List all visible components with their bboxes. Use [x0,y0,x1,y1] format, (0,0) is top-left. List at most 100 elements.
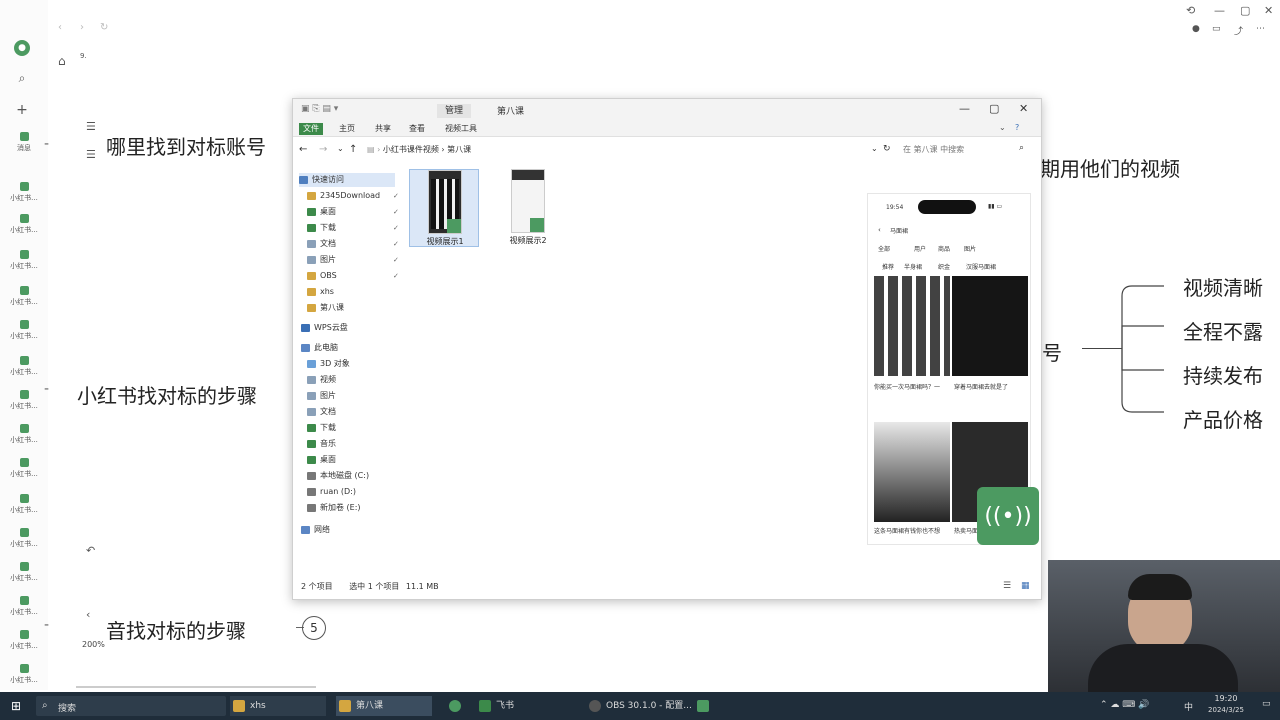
explorer-titlebar[interactable]: ▣ ⎘ ▤ ▾ 管理 第八课 — ▢ ✕ [293,99,1041,121]
taskbar-item-obs[interactable]: OBS 30.1.0 - 配置... [586,696,692,716]
node-steps-bottom[interactable]: 音找对标的步骤 [106,615,246,644]
branch-product-price[interactable]: 产品价格 [1183,404,1263,433]
details-view-icon[interactable]: ☰ [1003,581,1011,591]
clock-date[interactable]: 2024/3/25 [1198,706,1254,714]
minimize-icon[interactable]: — [959,102,970,115]
sidebar-item[interactable]: 小红书... [4,664,44,685]
close-icon[interactable]: ✕ [1019,102,1028,115]
search-icon[interactable]: ⌕ [14,70,30,86]
file-explorer-window[interactable]: ▣ ⎘ ▤ ▾ 管理 第八课 — ▢ ✕ 文件 主页 共享 查看 视频工具 ? … [292,98,1042,600]
list-icon[interactable]: ☰ ☰ [86,120,96,162]
branch-no-face[interactable]: 全程不露 [1183,316,1263,345]
sidebar-item[interactable]: 小红书... [4,390,44,411]
recent-dropdown-icon[interactable]: ⌄ [337,144,344,153]
maximize-icon[interactable]: ▢ [989,102,999,115]
address-bar[interactable]: ▤ › 小红书课件视频 › 第八课 [367,142,757,158]
up-arrow-icon[interactable]: ↑ [349,144,357,155]
refresh-icon[interactable]: ↻ [883,144,891,154]
nav-item[interactable]: 2345Download ✓ [307,189,399,203]
thumbnail-view-icon[interactable]: ▦ [1021,581,1030,591]
forward-arrow-icon[interactable]: → [319,144,327,155]
collapse-dash[interactable]: - [44,617,49,633]
add-icon[interactable]: + [14,102,30,118]
collapse-left-icon[interactable]: ‹ [86,608,90,621]
file-item-video1[interactable]: 视频展示1 [409,169,479,247]
zoom-level[interactable]: 200% [82,640,105,649]
nav-item[interactable]: 下载 [307,421,336,435]
nav-item[interactable]: 文档 [307,405,336,419]
tab-home[interactable]: 主页 [335,123,359,135]
nav-item[interactable]: 第八课 [307,301,344,315]
nav-item[interactable]: 下载 ✓ [307,221,399,235]
nav-item[interactable]: 音乐 [307,437,336,451]
nav-item[interactable]: 文档 ✓ [307,237,399,251]
sidebar-item[interactable]: 小红书... [4,250,44,271]
taskbar-search[interactable]: ⌕ 搜索 [36,696,226,716]
node-use-videos[interactable]: 期用他们的视频 [1040,153,1180,182]
node-find-account[interactable]: 哪里找到对标账号 [106,131,266,160]
undo-icon[interactable]: ↶ [86,544,95,557]
app-logo-icon[interactable]: ● [14,40,30,56]
nav-item[interactable]: OBS ✓ [307,269,399,283]
nav-item[interactable]: 3D 对象 [307,357,350,371]
pin-icon[interactable]: ⤴ [1234,24,1243,37]
back-arrow-icon[interactable]: ← [299,144,307,155]
taskbar-item-lesson8[interactable]: 第八课 [336,696,432,716]
nav-item[interactable]: 新加卷 (E:) [307,501,361,515]
node-xhs-steps[interactable]: 小红书找对标的步骤 [77,380,257,409]
tab-file[interactable]: 文件 [299,123,323,135]
nav-quick-access[interactable]: 快速访问 [299,173,395,187]
nav-wps-cloud[interactable]: WPS云盘 [301,321,348,335]
nav-item[interactable]: 本地磁盘 (C:) [307,469,369,483]
refresh-icon[interactable]: ↻ [100,22,108,33]
more-icon[interactable]: ⋯ [1256,24,1265,34]
back-arrow-icon[interactable]: ‹ [58,22,62,33]
help-icon[interactable]: ? [1015,123,1019,132]
ime-indicator[interactable]: 中 [1184,700,1193,713]
maximize-icon[interactable]: ▢ [1240,4,1250,17]
nav-item[interactable]: 图片 [307,389,336,403]
breadcrumb-segment[interactable]: 第八课 [447,145,471,154]
collapse-dash[interactable]: - [44,381,49,397]
nav-item[interactable]: 图片 ✓ [307,253,399,267]
sidebar-item[interactable]: 小红书... [4,458,44,479]
manage-tab[interactable]: 管理 [437,104,472,118]
branch-continuous-posting[interactable]: 持续发布 [1183,360,1263,389]
node-hao[interactable]: 号 [1042,337,1062,366]
breadcrumb[interactable]: 9. [80,52,87,60]
tab-view[interactable]: 查看 [405,123,429,135]
search-input[interactable]: 在 第八课 中搜索 [903,143,1031,157]
address-dropdown-icon[interactable]: ⌄ [871,144,878,153]
collapse-dash[interactable]: - [44,136,49,152]
minimize-icon[interactable]: — [1214,4,1225,17]
sidebar-item[interactable]: 小红书... [4,182,44,203]
step-badge[interactable]: 5 [302,616,326,640]
file-item-video2[interactable]: 视频展示2 [493,169,563,247]
nav-item[interactable]: 桌面 ✓ [307,205,399,219]
nav-item[interactable]: 桌面 [307,453,336,467]
sidebar-item[interactable]: 小红书... [4,562,44,583]
expand-ribbon-icon[interactable]: ⌄ [999,123,1006,132]
clock-time[interactable]: 19:20 [1206,694,1246,703]
voice-live-icon[interactable]: ((•)) [977,487,1039,545]
taskbar-item-feishu[interactable]: 飞书 [476,696,572,716]
tray-icons[interactable]: ⌃ ☁ ⌨ 🔊 [1100,700,1149,710]
nav-this-pc[interactable]: 此电脑 [301,341,338,355]
sidebar-item-messages[interactable]: 消息 [4,132,44,153]
sidebar-item[interactable]: 小红书... [4,320,44,341]
taskbar-item-browser[interactable] [446,696,466,716]
taskbar-item-app[interactable] [694,696,714,716]
sidebar-item[interactable]: 小红书... [4,214,44,235]
breadcrumb-segment[interactable]: 小红书课件视频 [383,145,439,154]
quick-access-toolbar-icon[interactable]: ▣ ⎘ ▤ ▾ [301,104,338,114]
start-icon[interactable]: ⊞ [8,698,24,714]
nav-item[interactable]: xhs [307,285,334,299]
horizontal-scrollbar[interactable] [76,686,316,688]
forward-arrow-icon[interactable]: › [80,22,84,33]
window-icon[interactable]: ▭ [1212,24,1221,34]
nav-network[interactable]: 网络 [301,523,330,537]
sidebar-item[interactable]: 小红书... [4,286,44,307]
tab-share[interactable]: 共享 [371,123,395,135]
nav-item[interactable]: ruan (D:) [307,485,356,499]
close-icon[interactable]: ✕ [1264,4,1273,17]
